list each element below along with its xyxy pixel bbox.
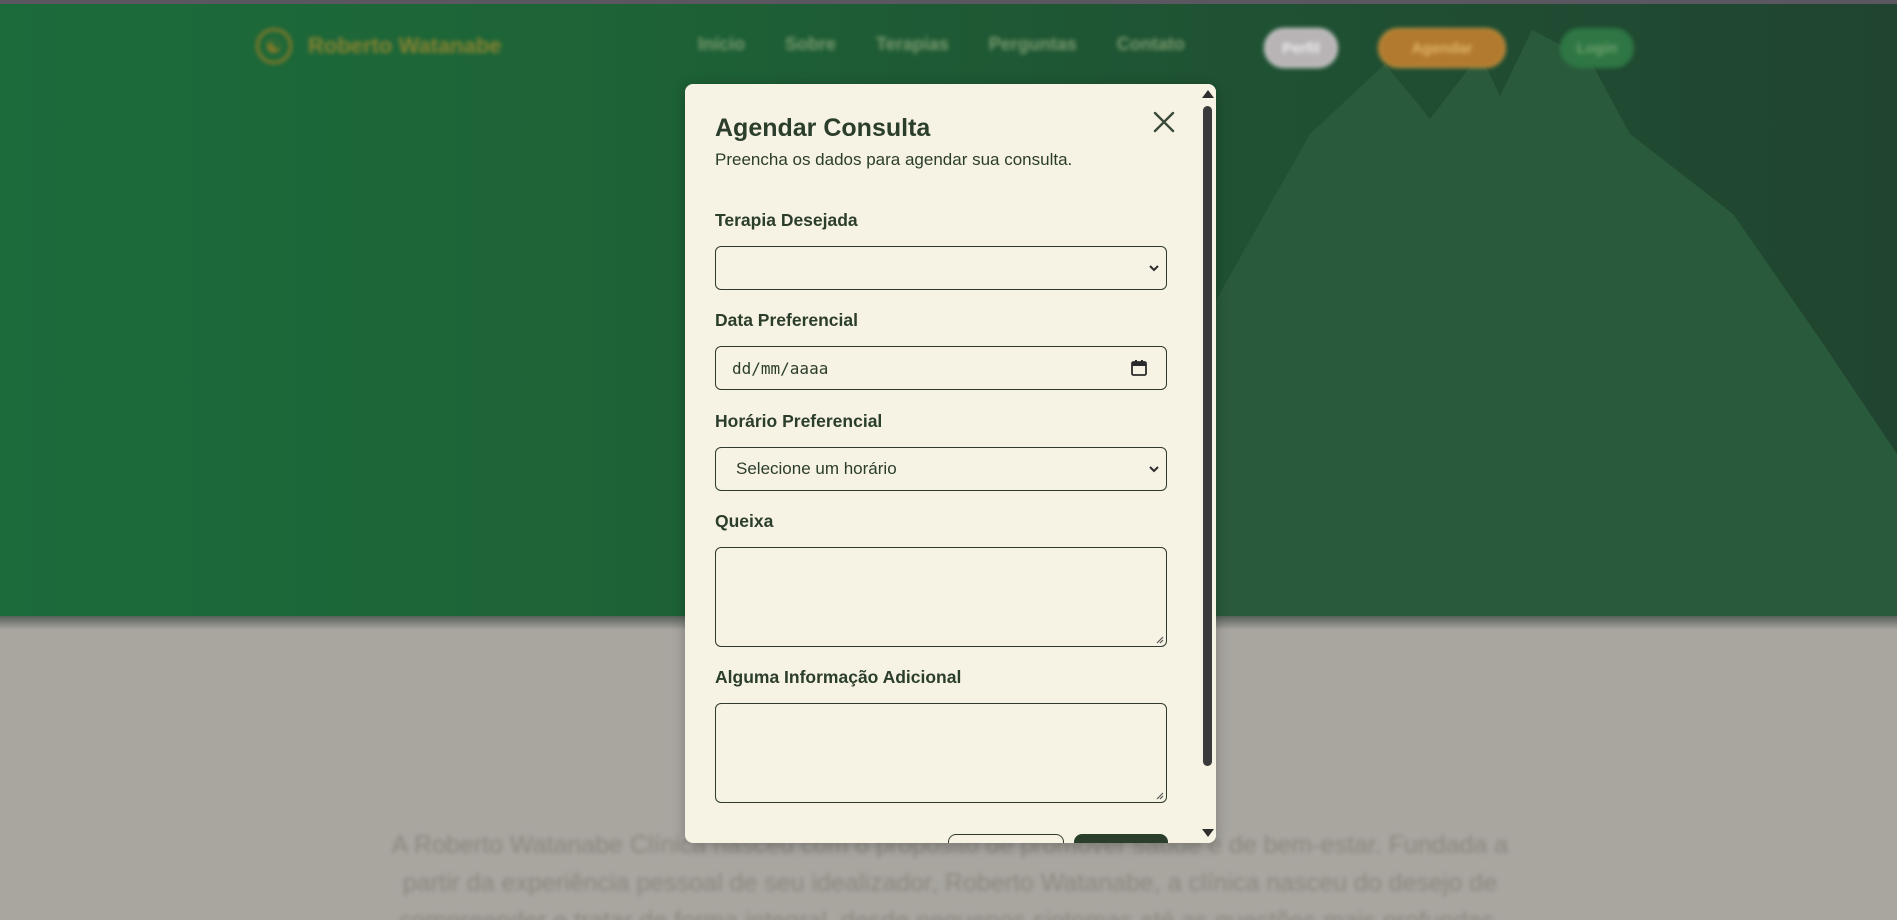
additional-info-label: Alguma Informação Adicional <box>715 667 962 687</box>
modal-subtitle: Preencha os dados para agendar sua consu… <box>715 150 1073 169</box>
modal-title: Agendar Consulta <box>715 114 931 142</box>
date-label: Data Preferencial <box>715 310 858 330</box>
submit-button[interactable] <box>1074 834 1168 843</box>
additional-info-textarea[interactable] <box>715 703 1167 803</box>
calendar-icon[interactable] <box>1130 359 1148 377</box>
brand-logo-icon: ☯ <box>256 28 292 64</box>
brand-name: Roberto Watanabe <box>308 33 502 58</box>
time-label: Horário Preferencial <box>715 411 883 431</box>
therapy-select[interactable] <box>715 246 1167 290</box>
chevron-down-icon <box>1149 466 1159 473</box>
cancel-button[interactable] <box>948 834 1064 843</box>
scroll-down-icon[interactable] <box>1202 829 1214 837</box>
nav-link-sobre: Sobre <box>785 34 837 54</box>
complaint-label: Queixa <box>715 511 774 531</box>
resize-grip-icon[interactable] <box>1154 790 1164 800</box>
time-select-value: Selecione um horário <box>736 459 897 478</box>
brand: ☯ Roberto Watanabe <box>256 28 502 64</box>
nav-link-perguntas: Perguntas <box>988 34 1077 54</box>
modal-scrollbar[interactable] <box>1199 84 1216 843</box>
nav-pill-schedule: Agendar <box>1378 28 1506 68</box>
date-input[interactable]: dd/mm/aaaa <box>715 346 1167 390</box>
resize-grip-icon[interactable] <box>1154 634 1164 644</box>
nav-link-contato: Contato <box>1116 34 1185 54</box>
close-button[interactable] <box>1148 106 1180 138</box>
time-select[interactable]: Selecione um horário <box>715 447 1167 491</box>
nav-link-terapias: Terapias <box>876 34 949 54</box>
therapy-label: Terapia Desejada <box>715 210 858 230</box>
nav-pill-login: Login <box>1560 28 1634 68</box>
mountain-illustration <box>1180 30 1897 626</box>
scroll-up-icon[interactable] <box>1202 90 1214 98</box>
schedule-modal: Agendar Consulta Preencha os dados para … <box>685 84 1216 843</box>
date-input-placeholder: dd/mm/aaaa <box>732 358 829 378</box>
nav-link-inicio: Início <box>698 34 746 54</box>
complaint-textarea[interactable] <box>715 547 1167 647</box>
chevron-down-icon <box>1149 265 1159 272</box>
modal-content: Agendar Consulta Preencha os dados para … <box>685 84 1199 843</box>
close-icon <box>1153 111 1175 133</box>
nav-pill-profile: Perfil <box>1264 28 1338 68</box>
scrollbar-thumb[interactable] <box>1203 106 1212 766</box>
main-nav: Início Sobre Terapias Perguntas Contato <box>698 34 1185 55</box>
